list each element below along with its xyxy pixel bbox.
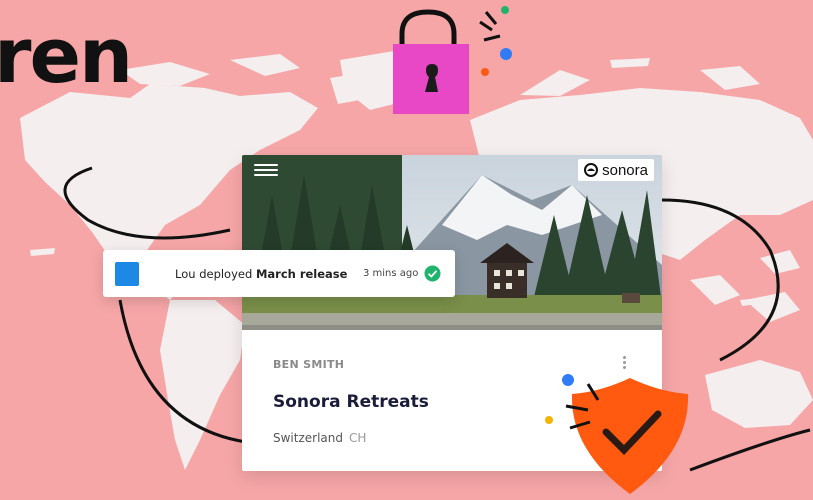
notification-actor: Lou (175, 267, 196, 281)
more-vertical-icon[interactable] (623, 354, 626, 371)
notification-message: Lou deployed March release (175, 267, 347, 281)
notification-target: March release (255, 267, 348, 281)
location-code: CH (349, 431, 367, 445)
location-country: Switzerland (273, 431, 343, 445)
brand-logo: sonora (578, 159, 654, 181)
check-circle-icon (424, 265, 441, 282)
avatar (115, 262, 139, 286)
brand-name: sonora (602, 161, 648, 179)
page-headline: ren (0, 11, 133, 100)
sonora-logo-icon (584, 163, 599, 177)
card-location: Switzerland CH (273, 431, 366, 445)
notification-timestamp: 3 mins ago (363, 268, 419, 279)
shield-check-icon (571, 378, 689, 494)
card-owner: BEN SMITH (273, 358, 345, 371)
padlock-icon (393, 9, 469, 114)
deploy-notification[interactable]: Lou deployed March release 3 mins ago (103, 250, 455, 297)
card-photo (242, 155, 662, 330)
notification-action: deployed (199, 267, 253, 281)
card-title: Sonora Retreats (273, 392, 429, 412)
hamburger-menu-icon[interactable] (254, 161, 278, 179)
